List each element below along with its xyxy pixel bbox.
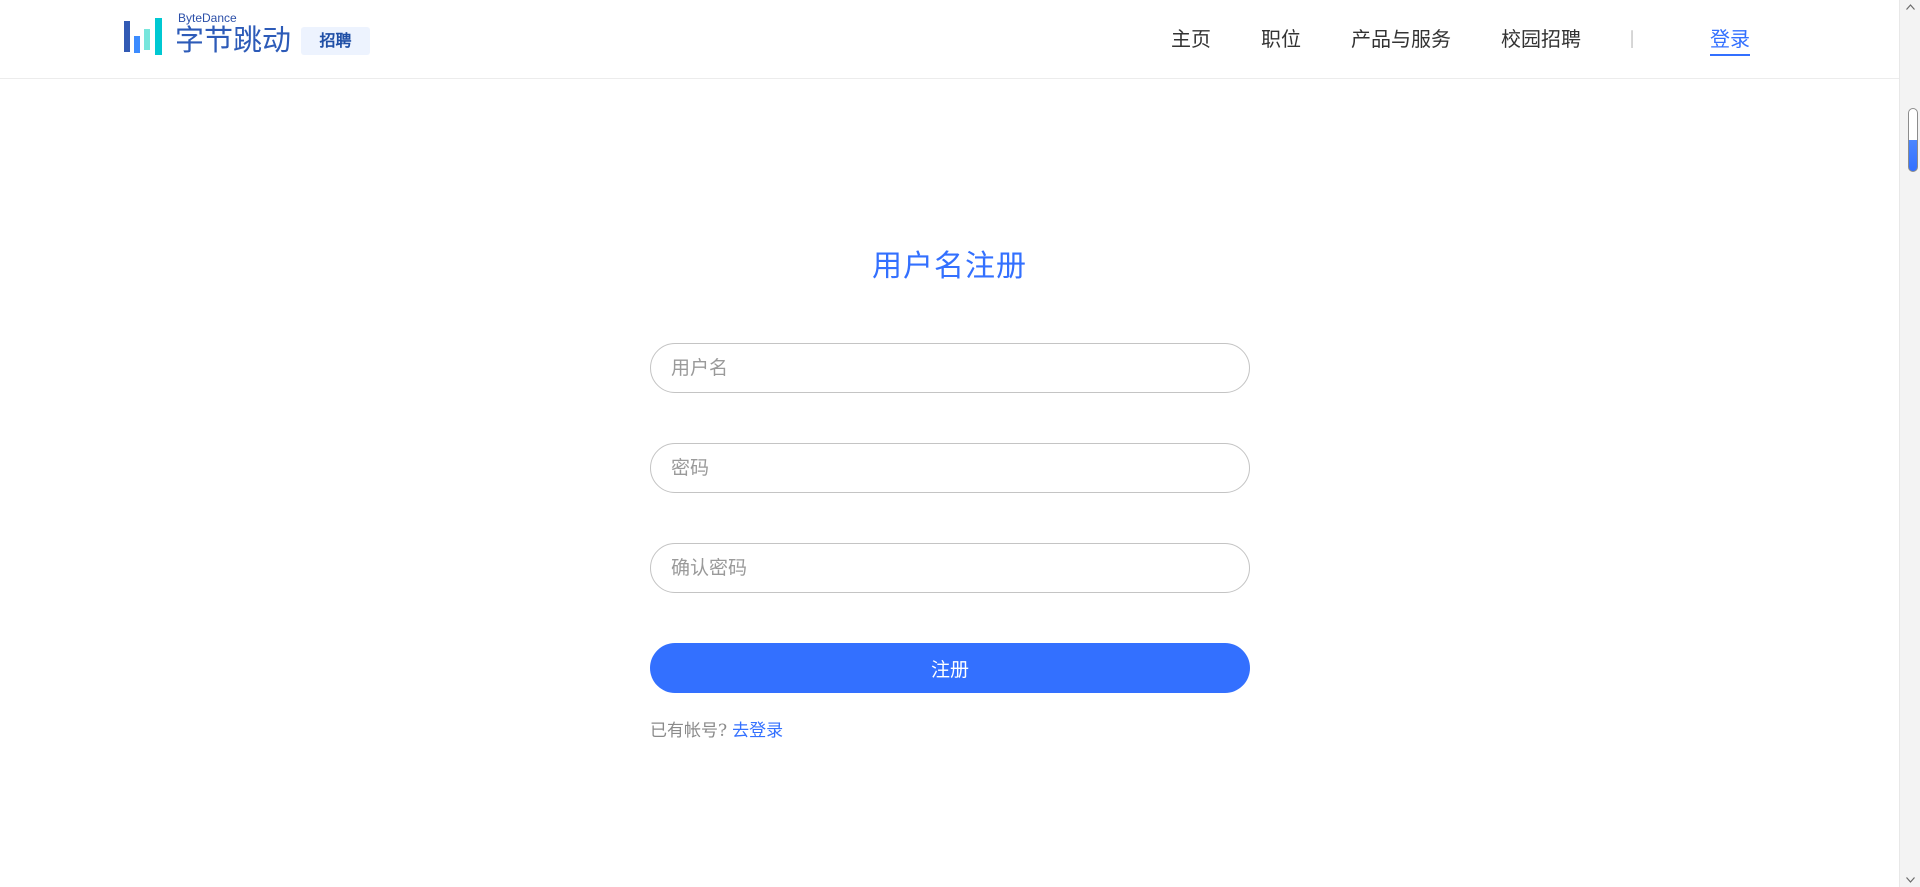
vertical-scrollbar[interactable] bbox=[1899, 0, 1920, 887]
logo-bar bbox=[144, 29, 150, 50]
top-header: ByteDance 字节跳动 招聘 主页 职位 产品与服务 校园招聘 | 登录 bbox=[0, 0, 1899, 79]
chevron-down-icon bbox=[1906, 877, 1915, 883]
register-form: 注册 bbox=[650, 343, 1250, 693]
logo-brand-cn: 字节跳动 bbox=[175, 23, 292, 57]
logo-bar bbox=[124, 21, 130, 52]
username-input[interactable] bbox=[650, 343, 1250, 393]
logo-bar bbox=[134, 36, 140, 53]
logo-bar bbox=[155, 18, 162, 55]
page-title: 用户名注册 bbox=[872, 249, 1027, 284]
go-login-link[interactable]: 去登录 bbox=[732, 721, 783, 741]
scrollbar-down-button[interactable] bbox=[1900, 873, 1920, 887]
password-input[interactable] bbox=[650, 443, 1250, 493]
nav-products-link[interactable]: 产品与服务 bbox=[1351, 0, 1451, 78]
nav-campus-link[interactable]: 校园招聘 bbox=[1501, 0, 1581, 78]
nav-jobs-link[interactable]: 职位 bbox=[1261, 0, 1301, 78]
login-prompt-text: 已有帐号? bbox=[650, 721, 728, 741]
bytedance-logo-icon bbox=[124, 18, 162, 55]
recruit-badge: 招聘 bbox=[301, 27, 370, 55]
chevron-up-icon bbox=[1906, 4, 1915, 10]
nav-login-link[interactable]: 登录 bbox=[1710, 27, 1750, 56]
bytedance-recruit-logo[interactable]: ByteDance 字节跳动 招聘 bbox=[124, 8, 374, 60]
login-prompt: 已有帐号? 去登录 bbox=[650, 720, 783, 742]
confirm-password-input[interactable] bbox=[650, 543, 1250, 593]
scrollbar-up-button[interactable] bbox=[1900, 0, 1920, 14]
register-button[interactable]: 注册 bbox=[650, 643, 1250, 693]
nav-separator: | bbox=[1629, 28, 1636, 49]
scrollbar-thumb[interactable] bbox=[1908, 108, 1918, 172]
nav-home-link[interactable]: 主页 bbox=[1171, 0, 1211, 78]
